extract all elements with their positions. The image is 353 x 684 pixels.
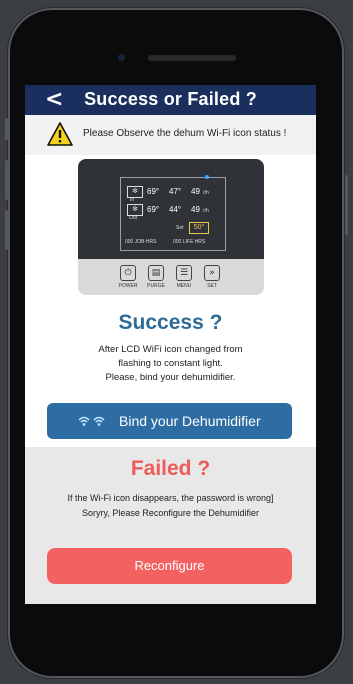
life-hours: 000 LIFE HRS xyxy=(173,239,206,245)
dehumidifier-control-panel-image: ✻ In 69° 47° 49 r/h ✻ Out 69° 44° 49 r/h… xyxy=(78,159,264,295)
device-keys: ⏻ POWER ▤ PURGE ☰ MENU » SET xyxy=(78,259,264,295)
set-label: Set xyxy=(176,225,184,231)
set-value: 50° xyxy=(189,222,209,234)
success-line-3: Please, bind your dehumidifier. xyxy=(105,372,236,383)
page-title: Success or Failed ? xyxy=(84,89,257,109)
out-label: Out xyxy=(129,215,138,221)
app-screen: < Success or Failed ? Please Observe the… xyxy=(25,85,316,604)
volume-up-button xyxy=(5,160,8,200)
failed-heading: Failed ? xyxy=(130,457,211,480)
earpiece-speaker xyxy=(148,55,236,61)
lcd-display: ✻ In 69° 47° 49 r/h ✻ Out 69° 44° 49 r/h… xyxy=(120,175,226,251)
warning-text: Please Observe the dehum Wi-Fi icon stat… xyxy=(83,128,287,139)
success-line-1: After LCD WiFi icon changed from xyxy=(98,344,243,355)
lcd-row2-rh: 44° xyxy=(169,205,182,214)
in-label: In xyxy=(130,197,135,203)
success-heading: Success ? xyxy=(118,311,223,334)
set-key: » SET xyxy=(199,265,225,289)
failed-section: Failed ? If the Wi-Fi icon disappears, t… xyxy=(25,447,316,604)
lcd-row1-unit: r/h xyxy=(203,190,209,196)
front-camera xyxy=(118,54,125,61)
lcd-row2-unit: r/h xyxy=(203,208,209,214)
menu-key-label: MENU xyxy=(176,283,192,289)
lcd-row1-value: 49 xyxy=(191,187,200,196)
failed-instructions: If the Wi-Fi icon disappears, the passwo… xyxy=(25,491,316,521)
warning-triangle-icon xyxy=(47,122,73,146)
purge-key-label: PURGE xyxy=(147,283,165,289)
lcd-row2-value: 49 xyxy=(191,205,200,214)
menu-icon: ☰ xyxy=(176,265,192,281)
job-hours: 000 JOB HRS xyxy=(125,239,157,245)
set-icon: » xyxy=(204,265,220,281)
nav-bar: < Success or Failed ? xyxy=(25,85,316,115)
lcd-row1-temp: 69° xyxy=(147,187,160,196)
purge-key: ▤ PURGE xyxy=(143,265,169,289)
lcd-row1-rh: 47° xyxy=(169,187,182,196)
bind-dehumidifier-button[interactable]: Bind your Dehumidifier xyxy=(47,403,292,439)
side-button xyxy=(345,175,348,235)
menu-key: ☰ MENU xyxy=(171,265,197,289)
success-instructions: After LCD WiFi icon changed from flashin… xyxy=(25,343,316,385)
wifi-bind-icon xyxy=(78,416,105,426)
set-key-label: SET xyxy=(207,283,217,289)
failed-line-2: Soryry, Please Reconfigure the Dehumidif… xyxy=(82,508,259,518)
lcd-panel: ✻ In 69° 47° 49 r/h ✻ Out 69° 44° 49 r/h… xyxy=(78,159,264,259)
success-line-2: flashing to constant light. xyxy=(118,358,223,369)
wifi-status-dot xyxy=(205,175,209,179)
lcd-row2-temp: 69° xyxy=(147,205,160,214)
purge-icon: ▤ xyxy=(148,265,164,281)
warning-banner: Please Observe the dehum Wi-Fi icon stat… xyxy=(25,115,316,155)
mute-switch xyxy=(5,118,8,140)
bind-button-label: Bind your Dehumidifier xyxy=(119,413,261,429)
power-key-label: POWER xyxy=(118,283,138,289)
failed-line-1: If the Wi-Fi icon disappears, the passwo… xyxy=(67,493,274,503)
volume-down-button xyxy=(5,210,8,250)
reconfigure-button[interactable]: Reconfigure xyxy=(47,548,292,584)
power-key: ⏻ POWER xyxy=(115,265,141,289)
power-icon: ⏻ xyxy=(120,265,136,281)
